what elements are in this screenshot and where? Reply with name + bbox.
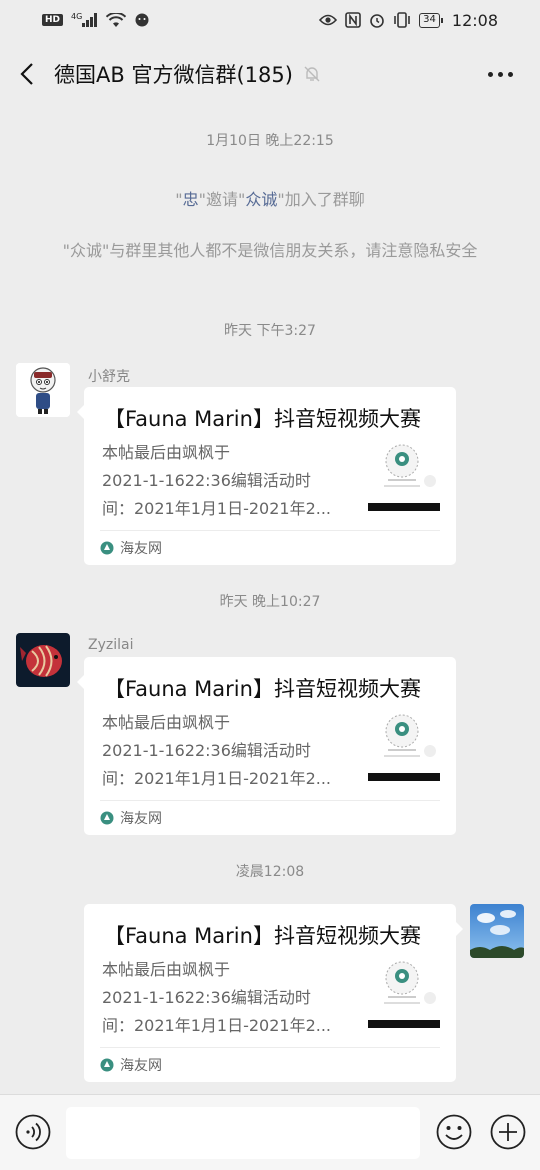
desc-line: 2021-1-1622:36编辑活动时 [102,471,311,490]
fish-avatar-icon [16,633,70,687]
qr-thumbnail-icon [368,709,440,781]
card-source: 海友网 [100,538,162,558]
sender-name: 小舒克 [88,369,130,385]
cartoon-pilot-avatar-icon [16,363,70,417]
time-label: 1月10日 晚上22:15 [206,133,334,149]
alarm-icon [370,14,384,28]
chat-title: 德国AB 官方微信群(185) [54,63,293,87]
eye-icon [319,14,338,26]
input-bar [0,1094,540,1170]
more-button[interactable] [482,60,518,88]
status-right: 34 12:08 [319,11,498,30]
card-description: 本帖最后由飒枫于 2021-1-1622:36编辑活动时 间：2021年1月1日… [102,956,354,1040]
wifi-icon [106,12,127,27]
hd-icon: HD [42,14,64,26]
sender-name: Zyzilai [88,637,134,653]
desc-line: 间：2021年1月1日-2021年2... [102,769,332,788]
mute-bell-icon [303,65,321,83]
link-card[interactable]: 【Fauna Marin】抖音短视频大赛 本帖最后由飒枫于 2021-1-162… [77,657,456,835]
plus-icon [490,1114,526,1150]
desc-line: 本帖最后由飒枫于 [102,713,231,732]
status-bar: HD 4G 34 12:08 [0,0,540,40]
source-logo-icon [100,811,114,825]
card-divider [100,530,440,531]
card-description: 本帖最后由飒枫于 2021-1-1622:36编辑活动时 间：2021年1月1日… [102,709,354,793]
status-left: HD 4G [42,12,150,28]
inviter-link[interactable]: 忠 [183,190,199,209]
system-message-privacy: "众诚"与群里其他人都不是微信朋友关系，请注意隐私安全 [62,241,478,260]
chevron-left-icon [20,63,33,85]
voice-button[interactable] [15,1114,51,1150]
plus-button[interactable] [490,1114,526,1150]
source-name: 海友网 [120,1058,162,1074]
signal-icon [82,13,98,27]
network-type: 4G [71,12,98,28]
source-logo-icon [100,1058,114,1072]
source-logo-icon [100,541,114,555]
desc-line: 间：2021年1月1日-2021年2... [102,1016,332,1035]
desc-line: 2021-1-1622:36编辑活动时 [102,988,311,1007]
card-title: 【Fauna Marin】抖音短视频大赛 [104,924,421,948]
qr-thumbnail-icon [368,439,440,511]
card-divider [100,1047,440,1048]
card-title: 【Fauna Marin】抖音短视频大赛 [104,407,421,431]
emoji-button[interactable] [436,1114,472,1150]
more-dot [507,71,513,77]
source-name: 海友网 [120,811,162,827]
link-card[interactable]: 【Fauna Marin】抖音短视频大赛 本帖最后由飒枫于 2021-1-162… [84,904,463,1082]
system-message-invite: "忠"邀请"众诚"加入了群聊 [40,188,500,212]
emoji-icon [436,1114,472,1150]
nfc-icon [345,12,361,28]
card-divider [100,800,440,801]
more-dots-icon [487,71,493,77]
time-label: 昨天 下午3:27 [224,323,316,339]
vibrate-icon [394,12,410,28]
invite-text: "邀请" [198,190,246,209]
card-source: 海友网 [100,1055,162,1075]
card-title: 【Fauna Marin】抖音短视频大赛 [104,677,421,701]
chat-area[interactable]: 1月10日 晚上22:15 "忠"邀请"众诚"加入了群聊 "众诚"与群里其他人都… [0,108,540,1094]
network-label: 4G [71,12,83,21]
message-input[interactable] [66,1107,420,1159]
notification-icon [135,13,149,27]
quote: " [175,190,183,209]
desc-line: 间：2021年1月1日-2021年2... [102,499,332,518]
invite-end: "加入了群聊 [277,190,365,209]
time-label: 昨天 晚上10:27 [219,594,321,610]
self-avatar[interactable] [470,904,524,958]
voice-icon [15,1114,51,1150]
sky-avatar-icon [470,904,524,958]
time-label: 凌晨12:08 [235,864,305,880]
battery-icon: 34 [419,12,443,28]
back-button[interactable] [0,40,54,108]
avatar[interactable] [16,633,70,687]
card-description: 本帖最后由飒枫于 2021-1-1622:36编辑活动时 间：2021年1月1日… [102,439,354,523]
link-card[interactable]: 【Fauna Marin】抖音短视频大赛 本帖最后由飒枫于 2021-1-162… [77,387,456,565]
source-name: 海友网 [120,541,162,557]
status-time: 12:08 [451,10,498,30]
invitee-link[interactable]: 众诚 [245,190,277,209]
card-source: 海友网 [100,808,162,828]
desc-line: 本帖最后由飒枫于 [102,960,231,979]
desc-line: 2021-1-1622:36编辑活动时 [102,741,311,760]
qr-thumbnail-icon [368,956,440,1028]
more-dot [497,71,503,77]
desc-line: 本帖最后由飒枫于 [102,443,231,462]
nav-bar: 德国AB 官方微信群(185) [0,40,540,108]
avatar[interactable] [16,363,70,417]
